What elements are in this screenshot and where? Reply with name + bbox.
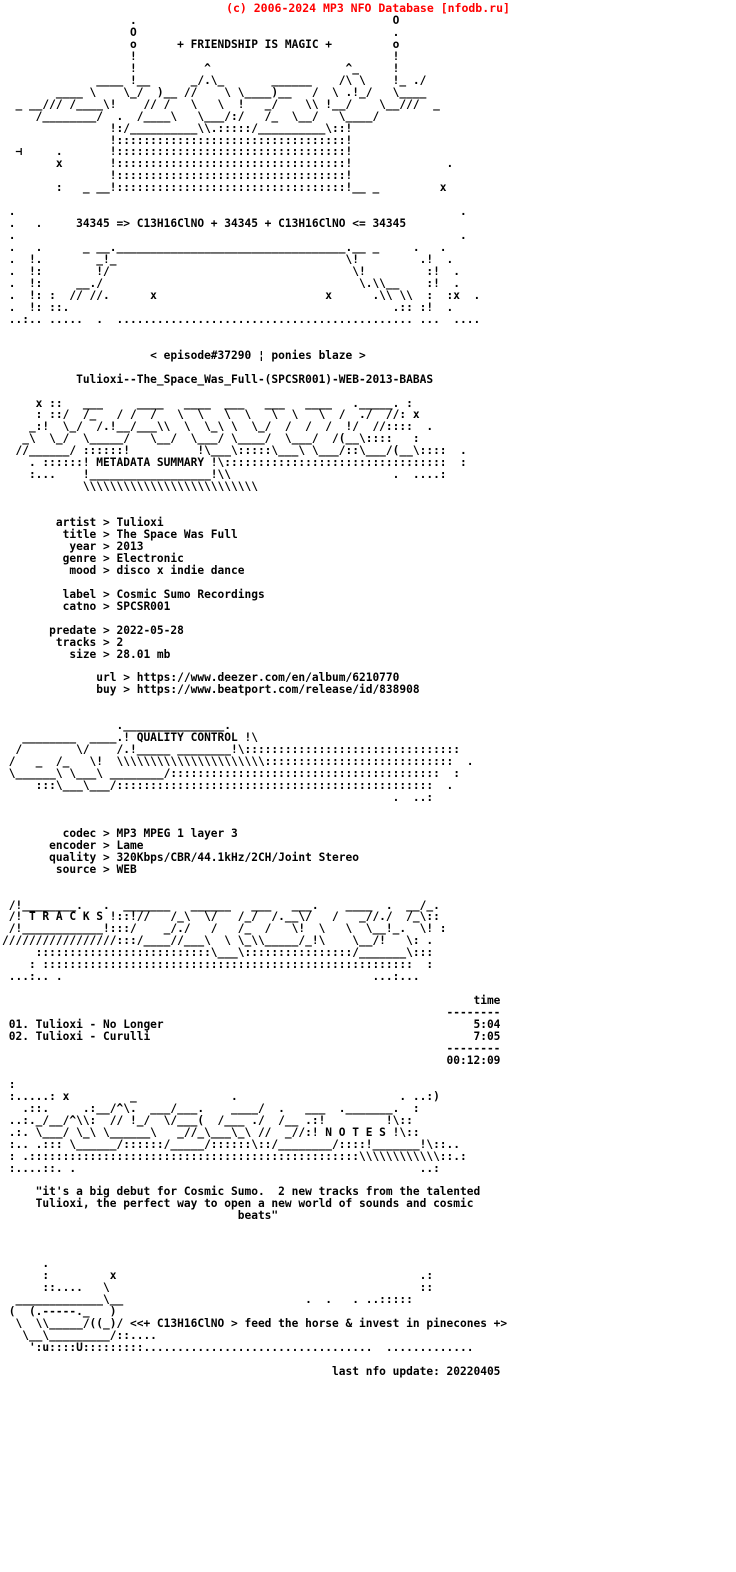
site-credit-header: (c) 2006-2024 MP3 NFO Database [nfodb.ru… [226, 1, 510, 15]
nfo-page: (c) 2006-2024 MP3 NFO Database [nfodb.ru… [0, 0, 736, 1572]
nfo-content: . O O . o + FRIENDSHIP IS MAGIC + o ! ! … [2, 14, 508, 1378]
